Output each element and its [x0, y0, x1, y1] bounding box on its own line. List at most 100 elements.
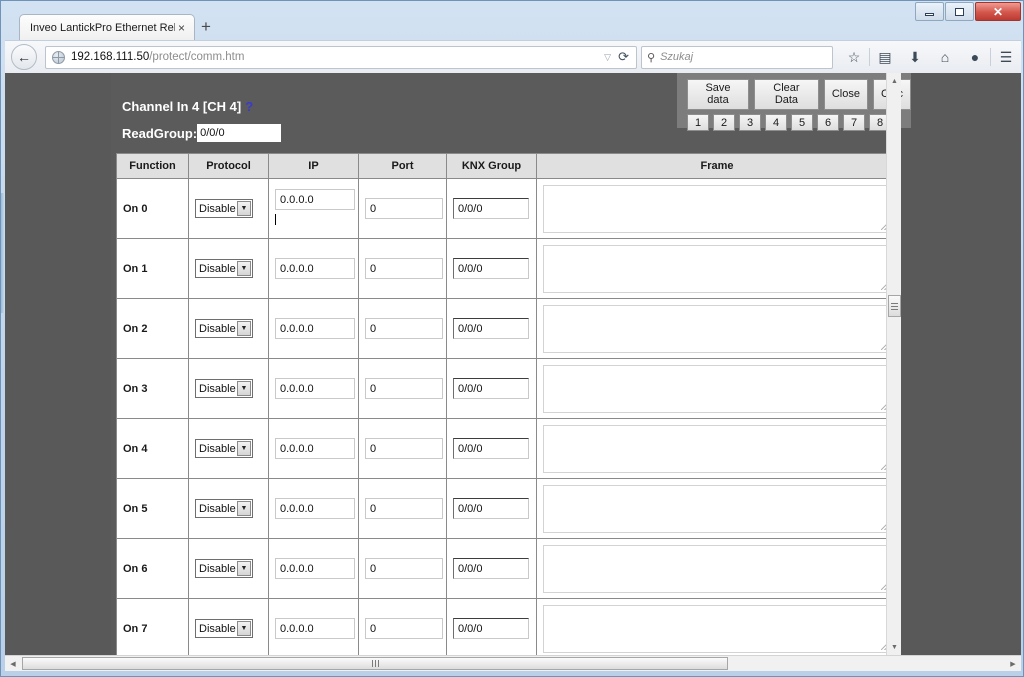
- bookmark-star-icon[interactable]: ☆: [839, 43, 869, 71]
- chevron-down-icon[interactable]: ▼: [237, 441, 251, 457]
- frame-textarea[interactable]: [543, 484, 891, 533]
- protocol-select-value: Disable: [199, 622, 236, 635]
- ip-input[interactable]: [275, 618, 355, 639]
- page-vertical-scrollbar[interactable]: ▲ ▼: [886, 73, 901, 655]
- close-button[interactable]: Close: [823, 79, 868, 111]
- reading-list-icon[interactable]: ▤: [870, 43, 900, 71]
- downloads-icon[interactable]: ⬇: [900, 43, 930, 71]
- horizontal-scrollbar[interactable]: ◀ ▶: [5, 655, 1021, 671]
- scroll-up-icon[interactable]: ▲: [887, 73, 902, 89]
- channel-button-2[interactable]: 2: [713, 114, 735, 132]
- row-port-cell: [358, 598, 447, 655]
- ip-input[interactable]: [275, 318, 355, 339]
- port-input[interactable]: [365, 198, 443, 219]
- scroll-right-icon[interactable]: ▶: [1005, 656, 1021, 672]
- ip-input[interactable]: [275, 189, 355, 210]
- sync-chat-icon[interactable]: ●: [960, 43, 990, 71]
- menu-hamburger-icon[interactable]: ☰: [991, 43, 1021, 71]
- channel-table-wrapper: Function Protocol IP Port KNX Group Fram…: [116, 153, 898, 655]
- search-bar[interactable]: ⚲ Szukaj: [641, 45, 833, 69]
- tab-active[interactable]: Inveo LantickPro Ethernet Rela... ×: [19, 14, 195, 40]
- chevron-down-icon[interactable]: ▼: [237, 501, 251, 517]
- save-data-button[interactable]: Save data: [687, 79, 750, 111]
- ip-input[interactable]: [275, 558, 355, 579]
- help-link-icon[interactable]: ?: [245, 99, 253, 114]
- row-protocol-cell: Disable ▼: [188, 238, 269, 299]
- ip-input[interactable]: [275, 498, 355, 519]
- protocol-select[interactable]: Disable ▼: [195, 439, 253, 459]
- horizontal-scrollbar-thumb[interactable]: [22, 657, 728, 670]
- port-input[interactable]: [365, 438, 443, 459]
- channel-button-4[interactable]: 4: [765, 114, 787, 132]
- protocol-select-value: Disable: [199, 442, 236, 455]
- reload-icon[interactable]: ⟳: [618, 49, 629, 65]
- ip-input[interactable]: [275, 378, 355, 399]
- protocol-select[interactable]: Disable ▼: [195, 259, 253, 279]
- back-button[interactable]: ←: [11, 44, 37, 70]
- page-title: Channel In 4 [CH 4]?: [122, 99, 253, 114]
- knx-group-input[interactable]: [453, 618, 529, 639]
- knx-group-input[interactable]: [453, 198, 529, 219]
- tab-close-icon[interactable]: ×: [175, 21, 188, 35]
- chevron-down-icon[interactable]: ▼: [237, 561, 251, 577]
- page-title-text: Channel In 4 [CH 4]: [122, 99, 242, 114]
- browser-window: ✕ Inveo LantickPro Ethernet Rela... × + …: [0, 0, 1024, 677]
- port-input[interactable]: [365, 378, 443, 399]
- row-function-label: On 1: [116, 238, 189, 299]
- frame-textarea[interactable]: [543, 184, 891, 233]
- chevron-down-icon[interactable]: ▼: [237, 621, 251, 637]
- frame-textarea[interactable]: [543, 304, 891, 353]
- scroll-left-icon[interactable]: ◀: [5, 656, 21, 672]
- protocol-select[interactable]: Disable ▼: [195, 559, 253, 579]
- row-knx-cell: [446, 178, 537, 239]
- vertical-scrollbar-thumb[interactable]: [888, 295, 901, 317]
- port-input[interactable]: [365, 318, 443, 339]
- frame-textarea[interactable]: [543, 424, 891, 473]
- knx-group-input[interactable]: [453, 318, 529, 339]
- protocol-select[interactable]: Disable ▼: [195, 319, 253, 339]
- address-bar[interactable]: 192.168.111.50/protect/comm.htm ▽ ⟳: [45, 45, 637, 69]
- frame-textarea[interactable]: [543, 604, 891, 653]
- frame-textarea[interactable]: [543, 364, 891, 413]
- protocol-select[interactable]: Disable ▼: [195, 379, 253, 399]
- chevron-down-icon[interactable]: ▼: [237, 261, 251, 277]
- scroll-grip-icon: [891, 302, 898, 310]
- knx-group-input[interactable]: [453, 438, 529, 459]
- readgroup-input[interactable]: [197, 124, 282, 142]
- channel-button-5[interactable]: 5: [791, 114, 813, 132]
- frame-textarea[interactable]: [543, 244, 891, 293]
- chevron-down-icon[interactable]: ▼: [237, 381, 251, 397]
- port-input[interactable]: [365, 558, 443, 579]
- ip-input[interactable]: [275, 438, 355, 459]
- protocol-select[interactable]: Disable ▼: [195, 499, 253, 519]
- chevron-down-icon[interactable]: ▼: [237, 201, 251, 217]
- row-frame-cell: [536, 238, 898, 299]
- home-icon[interactable]: ⌂: [930, 43, 960, 71]
- channel-button-7[interactable]: 7: [843, 114, 865, 132]
- row-function-label: On 0: [116, 178, 189, 239]
- row-ip-cell: [268, 478, 359, 539]
- scroll-down-icon[interactable]: ▼: [887, 639, 902, 655]
- protocol-select[interactable]: Disable ▼: [195, 619, 253, 639]
- row-ip-cell: [268, 358, 359, 419]
- text-cursor: [275, 214, 276, 225]
- knx-group-input[interactable]: [453, 558, 529, 579]
- port-input[interactable]: [365, 618, 443, 639]
- protocol-select[interactable]: Disable ▼: [195, 199, 253, 219]
- channel-button-3[interactable]: 3: [739, 114, 761, 132]
- ip-input[interactable]: [275, 258, 355, 279]
- chevron-down-icon[interactable]: ▼: [237, 321, 251, 337]
- channel-button-1[interactable]: 1: [687, 114, 709, 132]
- knx-group-input[interactable]: [453, 378, 529, 399]
- col-header-ip: IP: [268, 153, 359, 179]
- new-tab-button[interactable]: +: [201, 17, 211, 37]
- channel-button-6[interactable]: 6: [817, 114, 839, 132]
- row-ip-cell: [268, 238, 359, 299]
- port-input[interactable]: [365, 498, 443, 519]
- knx-group-input[interactable]: [453, 498, 529, 519]
- dropmarker-icon[interactable]: ▽: [604, 52, 611, 63]
- frame-textarea[interactable]: [543, 544, 891, 593]
- knx-group-input[interactable]: [453, 258, 529, 279]
- clear-data-button[interactable]: Clear Data: [754, 79, 819, 111]
- port-input[interactable]: [365, 258, 443, 279]
